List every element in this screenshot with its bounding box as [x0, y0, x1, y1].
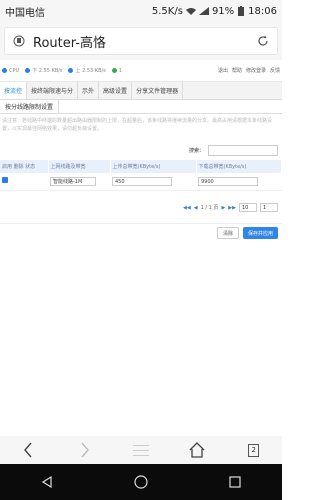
cpu-dot-icon [2, 68, 7, 73]
status-right: 5.5K/s 91% 18:06 [152, 6, 277, 17]
row-enable-cell [0, 173, 48, 191]
tab-terminal-limit[interactable]: 按终端限速与分 [27, 82, 79, 99]
download-stat: 下 2.55 KB/s [25, 67, 62, 74]
browser-bottom-nav: 2 [0, 436, 282, 464]
site-info-icon[interactable] [11, 33, 27, 49]
pagination: ◀◀ ◀ 1 / 1 页 ▶ ▶▶ 10 1 [0, 201, 282, 215]
home-icon [189, 442, 205, 458]
header-status: 启用 删除 状态 [0, 160, 49, 173]
tab-count: 2 [248, 443, 260, 457]
save-apply-button[interactable]: 保存并应用 [242, 227, 278, 239]
header-download: 下载总带宽(KByte/s) [196, 160, 282, 173]
download-input[interactable]: 9900 [198, 176, 258, 186]
table-header-row: 启用 删除 状态 上网线路及带宽 上传总带宽(KByte/s) 下载总带宽(KB… [0, 160, 282, 173]
row-line-cell: 智能线路-1M [48, 173, 110, 191]
tab-flow-control[interactable]: 按流控 [0, 82, 28, 99]
clear-button[interactable]: 清除 [216, 227, 239, 239]
browser-address-bar: Router-高恪 [0, 22, 282, 60]
wifi-icon [185, 7, 196, 15]
upload-input[interactable]: 450 [112, 176, 172, 186]
refresh-icon[interactable] [255, 33, 271, 49]
tab-other[interactable]: 示外 [78, 82, 100, 99]
menu-button[interactable] [127, 438, 155, 462]
tab-file-share[interactable]: 分享文件管理器 [132, 82, 184, 99]
menu-icon [132, 445, 149, 456]
page-select[interactable]: 1 [260, 203, 278, 212]
line-select[interactable]: 智能线路-1M [50, 176, 96, 186]
back-button[interactable] [14, 438, 42, 462]
search-row: 搜索： [0, 143, 282, 157]
change-login-link[interactable]: 修改登录 [246, 67, 266, 74]
prev-page-icon[interactable]: ◀ [194, 205, 198, 211]
device-stat: 1 [111, 68, 122, 74]
last-page-icon[interactable]: ▶▶ [228, 205, 236, 211]
system-back-button[interactable] [33, 470, 61, 494]
header-upload: 上传总带宽(KByte/s) [110, 160, 197, 173]
action-row: 清除 保存并应用 [0, 222, 282, 243]
triangle-back-icon [41, 476, 52, 488]
router-page: CPU 下 2.55 KB/s 上 2.53 KB/s 1 退出 帮助 修改登录… [0, 60, 282, 436]
signal-icon [198, 7, 209, 15]
network-speed: 5.5K/s [151, 5, 183, 17]
screen: 中国电信 5.5K/s 91% 18:06 Router-高恪 CPU 下 2.… [0, 0, 282, 500]
settings-description: 请注意：若线路中终端的数量超出路由器限制的上限，在超量后，该条线路将继续流量的分… [2, 118, 273, 132]
carrier-label: 中国电信 [5, 7, 45, 19]
system-home-button[interactable] [127, 470, 155, 494]
tab-advanced[interactable]: 高级设置 [99, 82, 133, 99]
circle-home-icon [134, 475, 148, 489]
search-label: 搜索： [188, 147, 204, 154]
battery-percent: 91% [211, 5, 235, 17]
row-upload-cell: 450 [110, 173, 196, 191]
first-page-icon[interactable]: ◀◀ [183, 205, 191, 211]
help-link[interactable]: 帮助 [232, 67, 242, 74]
forward-arrow-icon [81, 442, 89, 458]
table-row: 智能线路-1M 450 9900 [0, 173, 282, 191]
router-tabs: 按流控 按终端限速与分 示外 高级设置 分享文件管理器 [0, 82, 282, 100]
page-title: Router-高恪 [33, 35, 106, 51]
enable-checkbox[interactable] [2, 177, 8, 184]
android-nav-bar [0, 464, 282, 500]
page-size-select[interactable]: 10 [239, 203, 257, 212]
header-line: 上网线路及带宽 [48, 160, 111, 173]
device-dot-icon [111, 68, 117, 73]
battery-icon [237, 6, 245, 16]
upload-dot-icon [68, 68, 74, 73]
system-recents-button[interactable] [221, 470, 249, 494]
page-info: 1 / 1 页 [200, 205, 219, 211]
forward-button[interactable] [71, 438, 99, 462]
upload-stat: 上 2.53 KB/s [68, 67, 106, 74]
tabs-button[interactable]: 2 [240, 438, 268, 462]
row-download-cell: 9900 [196, 173, 282, 191]
feedback-link[interactable]: 反馈 [270, 67, 280, 74]
subtab-line-limit[interactable]: 按分线路限制设置 [0, 100, 60, 113]
line-bandwidth-table: 启用 删除 状态 上网线路及带宽 上传总带宽(KByte/s) 下载总带宽(KB… [0, 160, 282, 191]
clock: 18:06 [248, 5, 277, 17]
status-bar: 中国电信 5.5K/s 91% 18:06 [0, 0, 282, 22]
download-dot-icon [25, 68, 31, 73]
square-recents-icon [229, 476, 241, 488]
top-links: 退出 帮助 修改登录 反馈 [218, 67, 280, 74]
router-subtabs: 按分线路限制设置 [0, 100, 282, 114]
cpu-stat: CPU [2, 68, 19, 74]
search-input[interactable] [208, 144, 278, 156]
logout-link[interactable]: 退出 [218, 67, 228, 74]
next-page-icon[interactable]: ▶ [221, 205, 225, 211]
home-button[interactable] [183, 438, 211, 462]
address-field[interactable]: Router-高恪 [4, 27, 278, 55]
router-top-strip: CPU 下 2.55 KB/s 上 2.53 KB/s 1 退出 帮助 修改登录… [0, 60, 282, 82]
back-arrow-icon [24, 442, 32, 458]
